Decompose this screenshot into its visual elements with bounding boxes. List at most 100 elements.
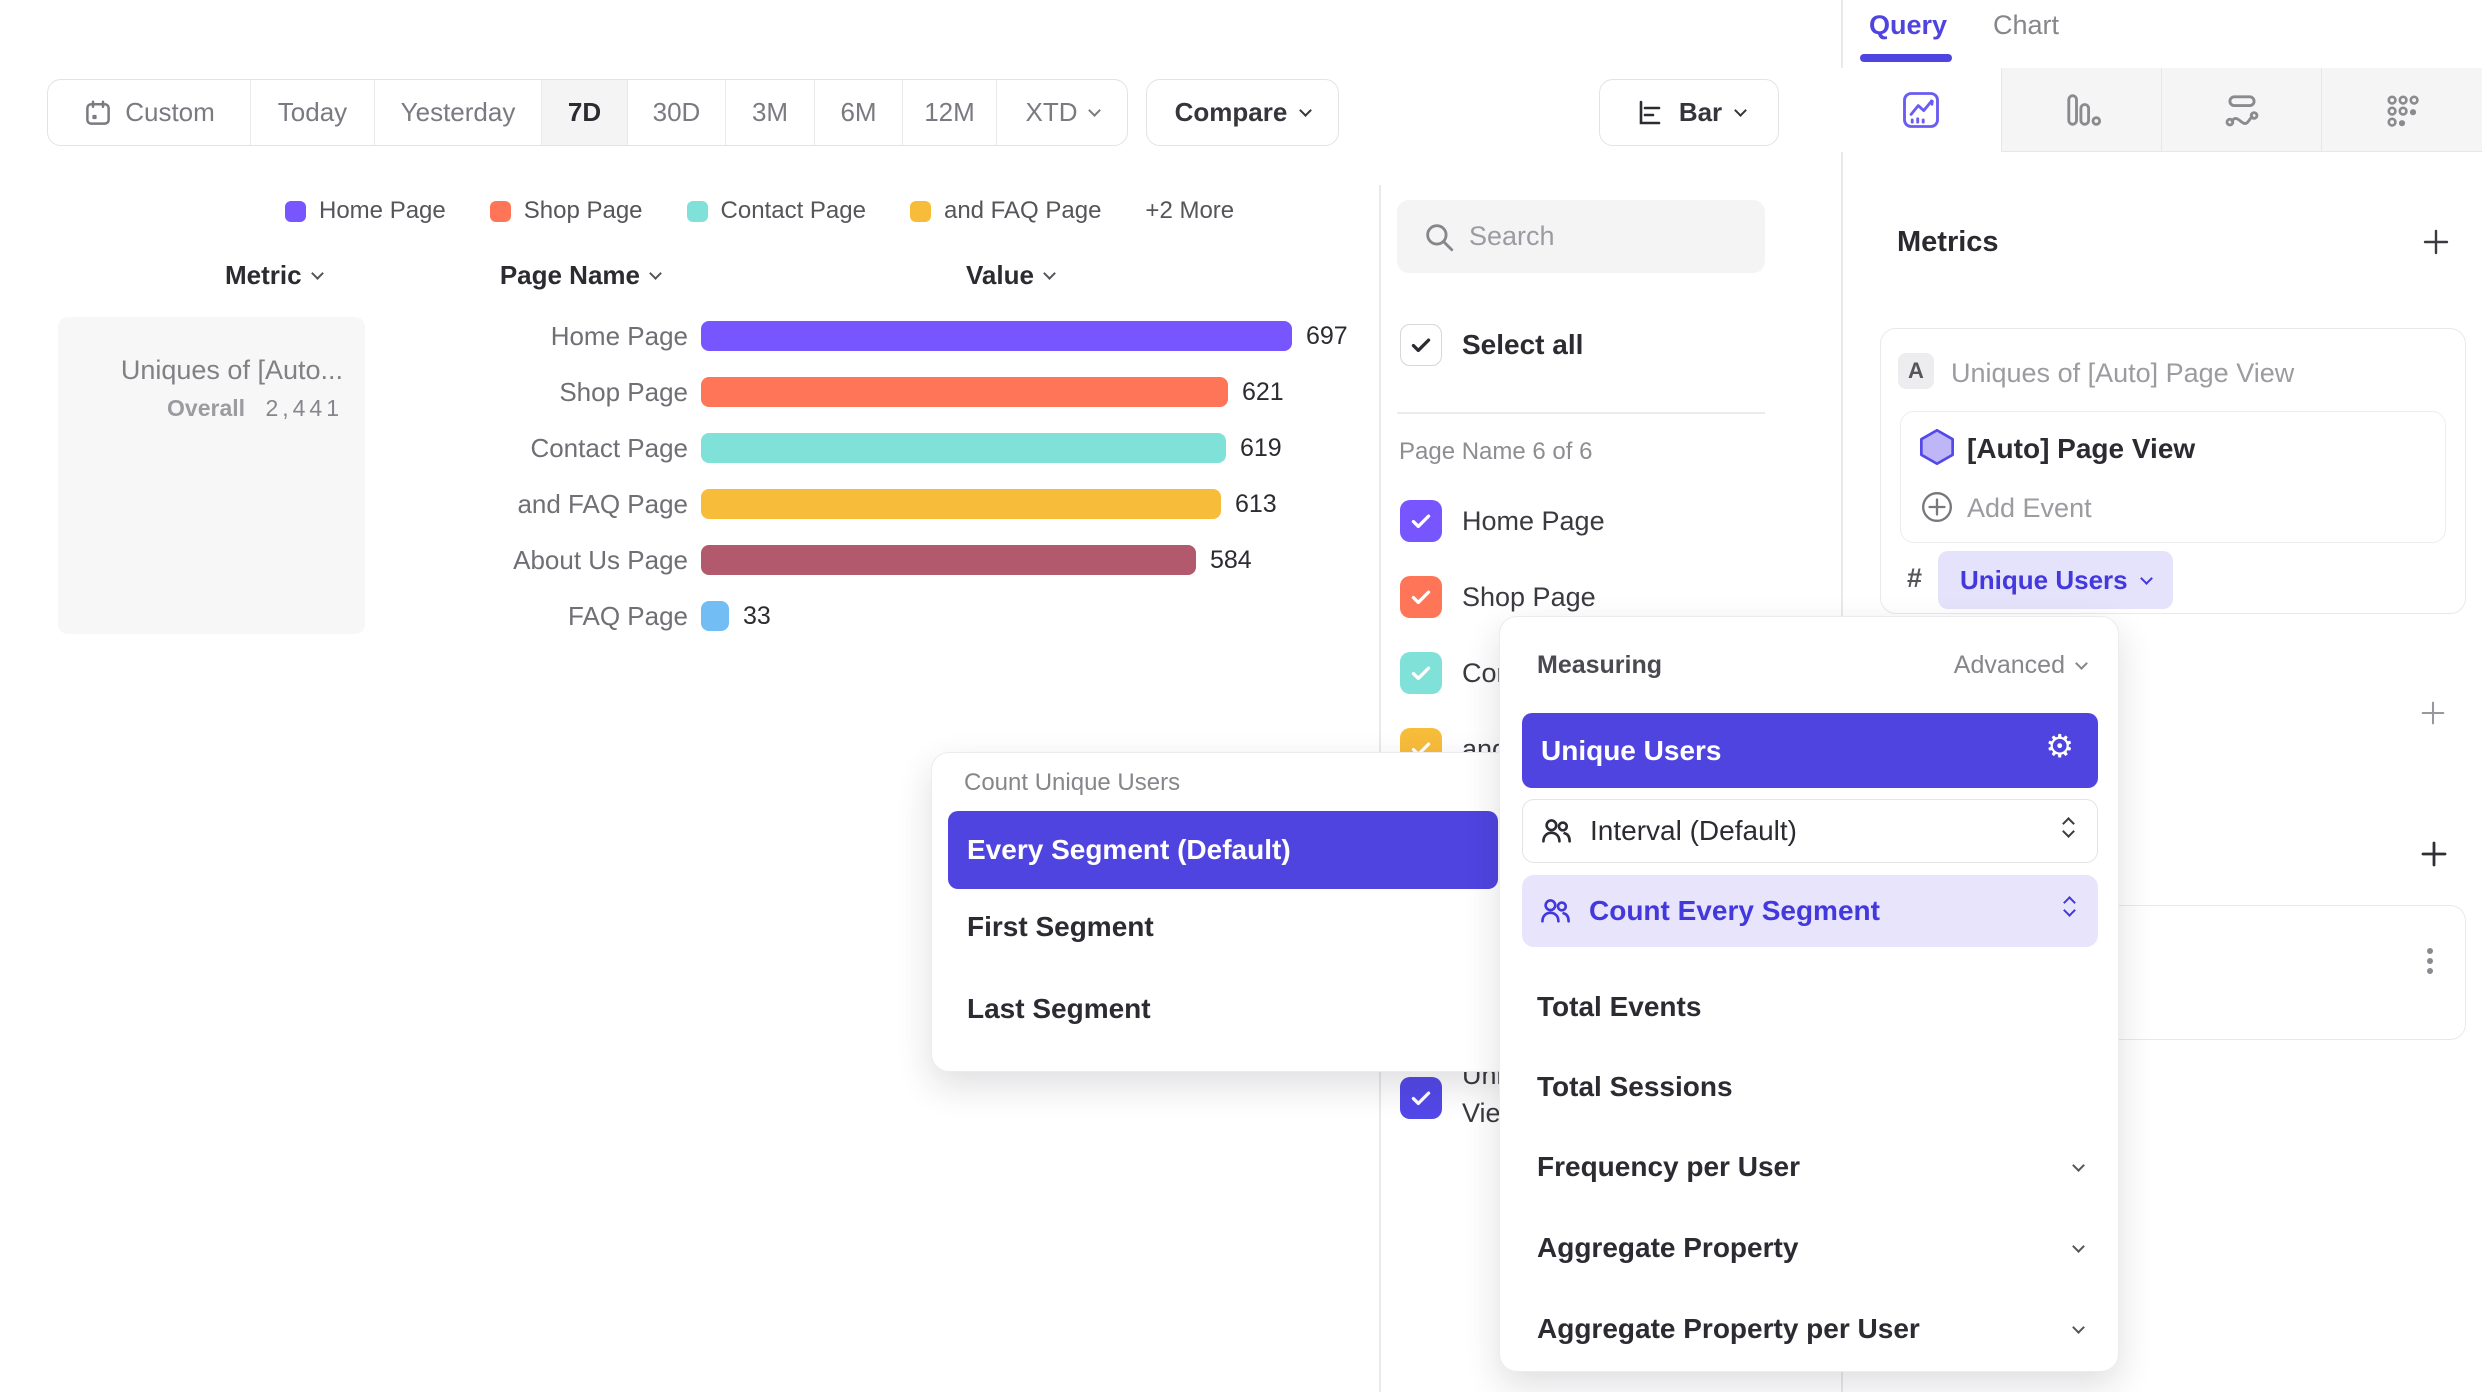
chevron-down-icon: [1088, 104, 1101, 117]
legend-swatch: [490, 201, 511, 222]
date-range-30d[interactable]: 30D: [628, 80, 726, 145]
checkbox-checked[interactable]: [1400, 652, 1442, 694]
metric-title: Uniques of [Auto...: [121, 355, 343, 386]
bar-row: Home Page 697: [420, 314, 1348, 358]
date-range-3m[interactable]: 3M: [726, 80, 815, 145]
chart-bar[interactable]: [701, 377, 1228, 407]
chevron-down-icon: [2140, 572, 2153, 585]
option-every-segment[interactable]: Every Segment (Default): [948, 811, 1498, 889]
add-filter-button[interactable]: [2418, 698, 2448, 728]
gear-icon[interactable]: ⚙: [2045, 730, 2074, 762]
users-icon: [1540, 815, 1572, 847]
chevron-down-icon: [2072, 1240, 2085, 1253]
bar-value: 33: [743, 602, 771, 631]
retention-dots-icon: [2380, 88, 2424, 132]
date-range-yesterday[interactable]: Yesterday: [375, 80, 542, 145]
legend-item[interactable]: Home Page: [285, 197, 446, 225]
date-range-6m[interactable]: 6M: [815, 80, 903, 145]
chart-bar[interactable]: [701, 489, 1221, 519]
kebab-menu-icon[interactable]: [2427, 944, 2433, 978]
legend-item[interactable]: Shop Page: [490, 197, 643, 225]
chart-type-tab-flows[interactable]: [2161, 68, 2321, 152]
bar-value: 619: [1240, 434, 1282, 463]
chart-type-button[interactable]: Bar: [1599, 79, 1779, 146]
chart-legend: Home Page Shop Page Contact Page and FAQ…: [285, 197, 1234, 225]
chevron-down-icon: [1734, 104, 1747, 117]
option-total-events[interactable]: Total Events: [1537, 991, 1701, 1023]
add-event-button[interactable]: Add Event: [1967, 493, 2092, 524]
option-unique-users[interactable]: Unique Users ⚙: [1522, 713, 2098, 788]
option-frequency-per-user[interactable]: Frequency per User: [1537, 1151, 2083, 1183]
check-icon: [1408, 1085, 1434, 1111]
checkbox-checked[interactable]: [1400, 500, 1442, 542]
select-all-checkbox[interactable]: [1400, 324, 1442, 366]
chart-bar[interactable]: [701, 321, 1292, 351]
legend-more[interactable]: +2 More: [1145, 197, 1234, 225]
event-box: [Auto] Page View Add Event: [1900, 411, 2446, 543]
legend-swatch: [285, 201, 306, 222]
option-total-sessions[interactable]: Total Sessions: [1537, 1071, 1733, 1103]
select-all-row[interactable]: Select all: [1400, 324, 1583, 366]
chevron-down-icon: [1299, 104, 1312, 117]
chart-bar[interactable]: [701, 601, 729, 631]
flows-icon: [2220, 88, 2264, 132]
measuring-title: Measuring: [1537, 651, 1662, 680]
bar-value: 697: [1306, 322, 1348, 351]
horizontal-bar-chart-icon: [1633, 97, 1665, 129]
filter-item-shop-page[interactable]: Shop Page: [1400, 576, 1596, 618]
chart-bar[interactable]: [701, 433, 1226, 463]
add-breakdown-button[interactable]: [2418, 838, 2450, 870]
compare-button[interactable]: Compare: [1146, 79, 1339, 146]
date-range-xtd[interactable]: XTD: [997, 80, 1127, 145]
chart-type-tab-retention[interactable]: [2321, 68, 2482, 152]
event-name[interactable]: [Auto] Page View: [1967, 433, 2195, 465]
metric-badge: A: [1898, 353, 1934, 389]
date-range-label: Custom: [125, 97, 215, 128]
metrics-heading: Metrics: [1897, 226, 1999, 259]
bar-row: Contact Page 619: [420, 426, 1282, 470]
calendar-icon: [83, 98, 113, 128]
measurement-chip[interactable]: Unique Users: [1938, 551, 2173, 609]
metrics-card: A Uniques of [Auto] Page View [Auto] Pag…: [1880, 328, 2466, 614]
option-aggregate-property[interactable]: Aggregate Property: [1537, 1232, 2083, 1264]
advanced-toggle[interactable]: Advanced: [1954, 651, 2086, 680]
sort-chevron-icon: [1043, 267, 1056, 280]
tab-chart[interactable]: Chart: [1993, 10, 2059, 41]
option-aggregate-property-per-user[interactable]: Aggregate Property per User: [1537, 1313, 2083, 1345]
sort-chevron-icon: [649, 267, 662, 280]
checkbox-checked[interactable]: [1400, 576, 1442, 618]
date-range-custom[interactable]: Custom: [48, 80, 251, 145]
filter-section-label: Page Name 6 of 6: [1399, 438, 1592, 466]
chart-type-tab-insights[interactable]: [1841, 68, 2001, 152]
chart-bar[interactable]: [701, 545, 1196, 575]
legend-item[interactable]: and FAQ Page: [910, 197, 1101, 225]
filter-item-home-page[interactable]: Home Page: [1400, 500, 1605, 542]
bar-row: FAQ Page 33: [420, 594, 771, 638]
chart-type-tab-funnels[interactable]: [2001, 68, 2161, 152]
checkbox-checked[interactable]: [1400, 1077, 1442, 1119]
bar-value: 584: [1210, 546, 1252, 575]
add-metric-button[interactable]: [2420, 226, 2452, 258]
filter-divider: [1397, 412, 1765, 414]
tab-query[interactable]: Query: [1869, 10, 1947, 41]
option-first-segment[interactable]: First Segment: [967, 911, 1154, 943]
date-range-12m[interactable]: 12M: [903, 80, 997, 145]
column-header-value[interactable]: Value: [966, 260, 1054, 291]
event-hexagon-icon: [1918, 428, 1956, 466]
metric-summary-card[interactable]: Uniques of [Auto... Overall 2,441: [58, 317, 365, 634]
column-header-metric[interactable]: Metric: [225, 260, 322, 291]
option-last-segment[interactable]: Last Segment: [967, 993, 1151, 1025]
option-count-every-segment[interactable]: Count Every Segment: [1522, 875, 2098, 947]
overall-value: 2,441: [265, 395, 343, 421]
bar-row: About Us Page 584: [420, 538, 1252, 582]
option-interval[interactable]: Interval (Default): [1522, 799, 2098, 863]
chevron-down-icon: [2072, 1159, 2085, 1172]
filter-item-truncated[interactable]: [1400, 1077, 1442, 1119]
metric-overall: Overall 2,441: [167, 395, 343, 422]
add-event-icon: [1920, 490, 1954, 524]
column-header-page-name[interactable]: Page Name: [430, 260, 660, 291]
stepper-icon: [2065, 898, 2074, 919]
legend-item[interactable]: Contact Page: [687, 197, 866, 225]
date-range-7d[interactable]: 7D: [542, 80, 628, 145]
date-range-today[interactable]: Today: [251, 80, 375, 145]
